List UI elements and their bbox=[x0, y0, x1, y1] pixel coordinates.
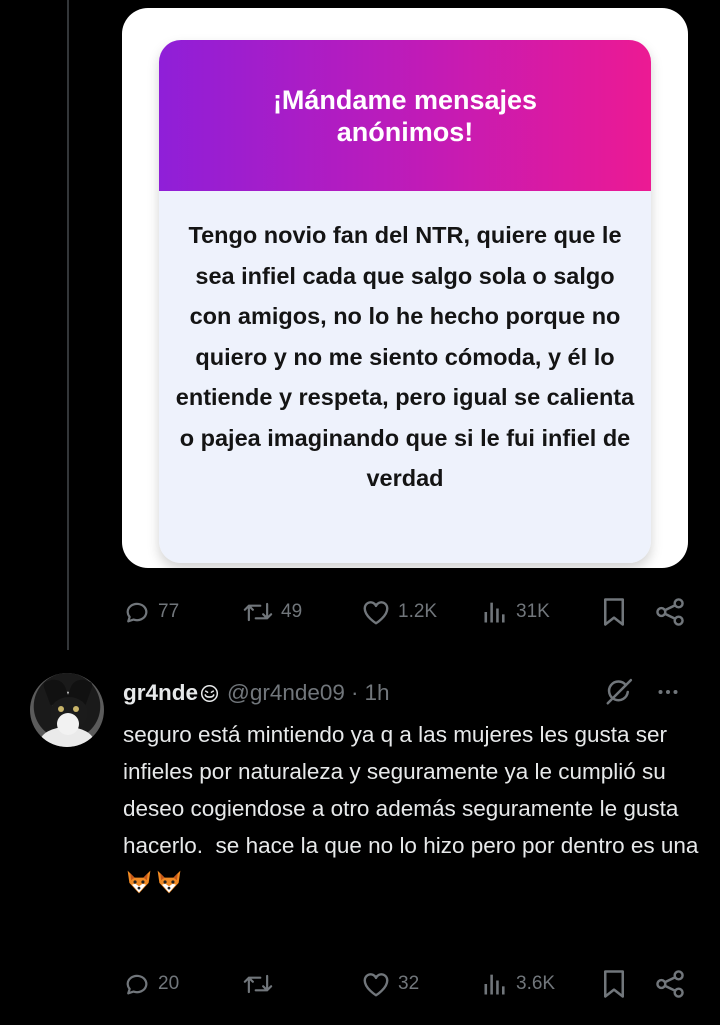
heart-icon bbox=[363, 601, 389, 625]
repost-icon bbox=[243, 602, 273, 622]
comment-icon bbox=[126, 974, 148, 995]
avatar-eye-right bbox=[73, 706, 79, 712]
reply-count: 20 bbox=[158, 973, 180, 994]
card-message: Tengo novio fan del NTR, quiere que le s… bbox=[175, 222, 635, 491]
fox-emoji-icon bbox=[157, 870, 181, 894]
reply-header: gr4nde @gr4nde09 · 1h bbox=[123, 676, 389, 710]
bookmark-button[interactable] bbox=[601, 969, 627, 999]
views-button[interactable]: 31K bbox=[481, 597, 550, 627]
smiling-face-emoji-icon bbox=[200, 684, 219, 702]
reply-button[interactable]: 20 bbox=[123, 969, 179, 999]
like-count: 32 bbox=[398, 973, 420, 994]
share-icon bbox=[656, 970, 684, 998]
comment-icon bbox=[126, 602, 148, 623]
grok-button[interactable] bbox=[604, 677, 634, 712]
bookmark-button[interactable] bbox=[601, 597, 627, 627]
repost-button[interactable]: 49 bbox=[242, 597, 302, 627]
view-count: 3.6K bbox=[516, 973, 556, 994]
repost-button[interactable] bbox=[242, 969, 281, 999]
share-button[interactable] bbox=[654, 597, 686, 627]
repost-icon bbox=[243, 974, 273, 994]
share-button[interactable] bbox=[654, 969, 686, 999]
card-title: ¡Mándame mensajes anónimos! bbox=[272, 84, 538, 147]
like-button[interactable]: 32 bbox=[361, 969, 419, 999]
views-icon bbox=[484, 974, 505, 995]
avatar[interactable] bbox=[30, 673, 104, 747]
avatar-muzzle bbox=[57, 713, 79, 735]
heart-icon bbox=[363, 973, 389, 997]
more-options-button[interactable] bbox=[654, 680, 682, 709]
timestamp[interactable]: 1h bbox=[364, 680, 389, 706]
reply-body: seguro está mintiendo ya q a las mujeres… bbox=[123, 716, 703, 901]
reply-button[interactable]: 77 bbox=[123, 597, 179, 627]
fox-emoji-icon bbox=[127, 870, 151, 894]
card-body: Tengo novio fan del NTR, quiere que le s… bbox=[159, 191, 651, 563]
card-header: ¡Mándame mensajes anónimos! bbox=[159, 40, 651, 191]
handle[interactable]: @gr4nde09 bbox=[227, 680, 345, 706]
thread-line bbox=[67, 0, 69, 650]
views-button[interactable]: 3.6K bbox=[481, 969, 555, 999]
display-name[interactable]: gr4nde bbox=[123, 680, 198, 706]
bookmark-icon bbox=[604, 598, 624, 626]
like-button[interactable]: 1.2K bbox=[361, 597, 437, 627]
bookmark-icon bbox=[604, 970, 624, 998]
repost-count: 49 bbox=[281, 601, 303, 622]
message-card: ¡Mándame mensajes anónimos! Tengo novio … bbox=[159, 40, 651, 563]
anonymous-message-image[interactable]: ¡Mándame mensajes anónimos! Tengo novio … bbox=[122, 8, 688, 568]
separator-dot: · bbox=[350, 680, 359, 705]
grok-icon bbox=[606, 678, 633, 705]
more-dots-icon bbox=[658, 690, 678, 694]
view-count: 31K bbox=[516, 601, 550, 622]
views-icon bbox=[484, 602, 505, 623]
reply-text: seguro está mintiendo ya q a las mujeres… bbox=[123, 722, 699, 858]
reply-count: 77 bbox=[158, 601, 180, 622]
like-count: 1.2K bbox=[398, 601, 438, 622]
share-icon bbox=[656, 598, 684, 626]
avatar-eye-left bbox=[58, 706, 64, 712]
